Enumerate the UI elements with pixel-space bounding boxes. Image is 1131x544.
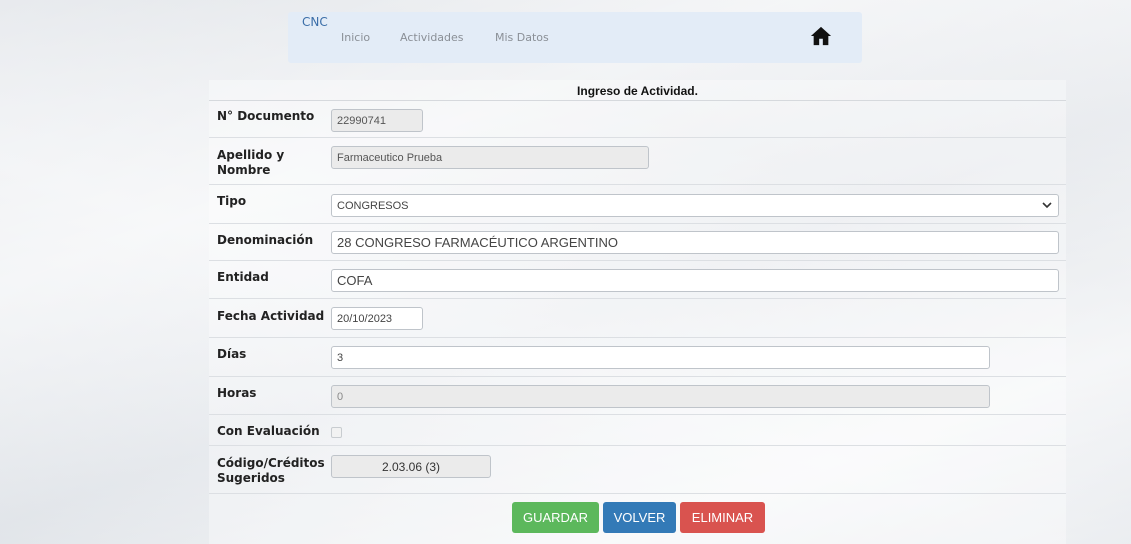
denominacion-label: Denominación	[217, 233, 314, 247]
horas-value: 0	[337, 390, 344, 403]
row-divider	[209, 184, 1066, 185]
form-title: Ingreso de Actividad.	[577, 84, 698, 98]
horas-label: Horas	[217, 386, 257, 400]
activity-form: Ingreso de Actividad. N° Documento 22990…	[209, 80, 1066, 544]
brand-link[interactable]: CNC	[302, 15, 328, 29]
fecha-input[interactable]: 20/10/2023	[331, 307, 423, 330]
apellido-value: Farmaceutico Prueba	[337, 151, 443, 164]
volver-button[interactable]: VOLVER	[603, 502, 676, 533]
row-divider	[209, 137, 1066, 138]
row-divider	[209, 376, 1066, 377]
eliminar-button[interactable]: ELIMINAR	[680, 502, 765, 533]
row-divider	[209, 223, 1066, 224]
horas-field: 0	[331, 385, 990, 408]
nav-item-mis-datos[interactable]: Mis Datos	[495, 31, 549, 44]
row-divider	[209, 445, 1066, 446]
apellido-label-line2: Nombre	[217, 163, 271, 177]
row-divider	[209, 298, 1066, 299]
evaluacion-checkbox[interactable]	[331, 427, 342, 438]
codigo-field: 2.03.06 (3)	[331, 455, 491, 478]
entidad-label: Entidad	[217, 270, 269, 284]
codigo-label: Código/Créditos Sugeridos	[217, 456, 325, 486]
tipo-label: Tipo	[217, 194, 247, 208]
fecha-value: 20/10/2023	[337, 312, 393, 325]
documento-value: 22990741	[337, 114, 386, 127]
denominacion-value: 28 CONGRESO FARMACÉUTICO ARGENTINO	[337, 235, 618, 250]
tipo-select[interactable]: CONGRESOS	[331, 194, 1059, 217]
codigo-label-line2: Sugeridos	[217, 471, 285, 485]
entidad-value: COFA	[337, 273, 373, 288]
apellido-field: Farmaceutico Prueba	[331, 146, 649, 169]
row-divider	[209, 414, 1066, 415]
home-icon[interactable]	[810, 25, 832, 47]
row-divider	[209, 337, 1066, 338]
nav-item-inicio[interactable]: Inicio	[341, 31, 370, 44]
chevron-down-icon	[1042, 202, 1052, 209]
nav-item-actividades[interactable]: Actividades	[400, 31, 464, 44]
guardar-button[interactable]: GUARDAR	[512, 502, 599, 533]
documento-field: 22990741	[331, 109, 423, 132]
tipo-value: CONGRESOS	[337, 199, 409, 212]
divider	[209, 100, 1066, 101]
dias-input[interactable]: 3	[331, 346, 990, 369]
apellido-label: Apellido y Nombre	[217, 148, 284, 178]
documento-label: N° Documento	[217, 109, 315, 123]
dias-label: Días	[217, 347, 247, 361]
fecha-label: Fecha Actividad	[217, 309, 325, 323]
row-divider	[209, 493, 1066, 494]
evaluacion-label: Con Evaluación	[217, 424, 320, 438]
dias-value: 3	[337, 351, 344, 364]
codigo-value: 2.03.06 (3)	[381, 459, 441, 474]
codigo-label-line1: Código/Créditos	[217, 456, 325, 470]
apellido-label-line1: Apellido y	[217, 148, 285, 162]
row-divider	[209, 260, 1066, 261]
denominacion-input[interactable]: 28 CONGRESO FARMACÉUTICO ARGENTINO	[331, 231, 1059, 254]
top-navbar: CNC Inicio Actividades Mis Datos	[288, 12, 862, 63]
entidad-input[interactable]: COFA	[331, 269, 1059, 292]
